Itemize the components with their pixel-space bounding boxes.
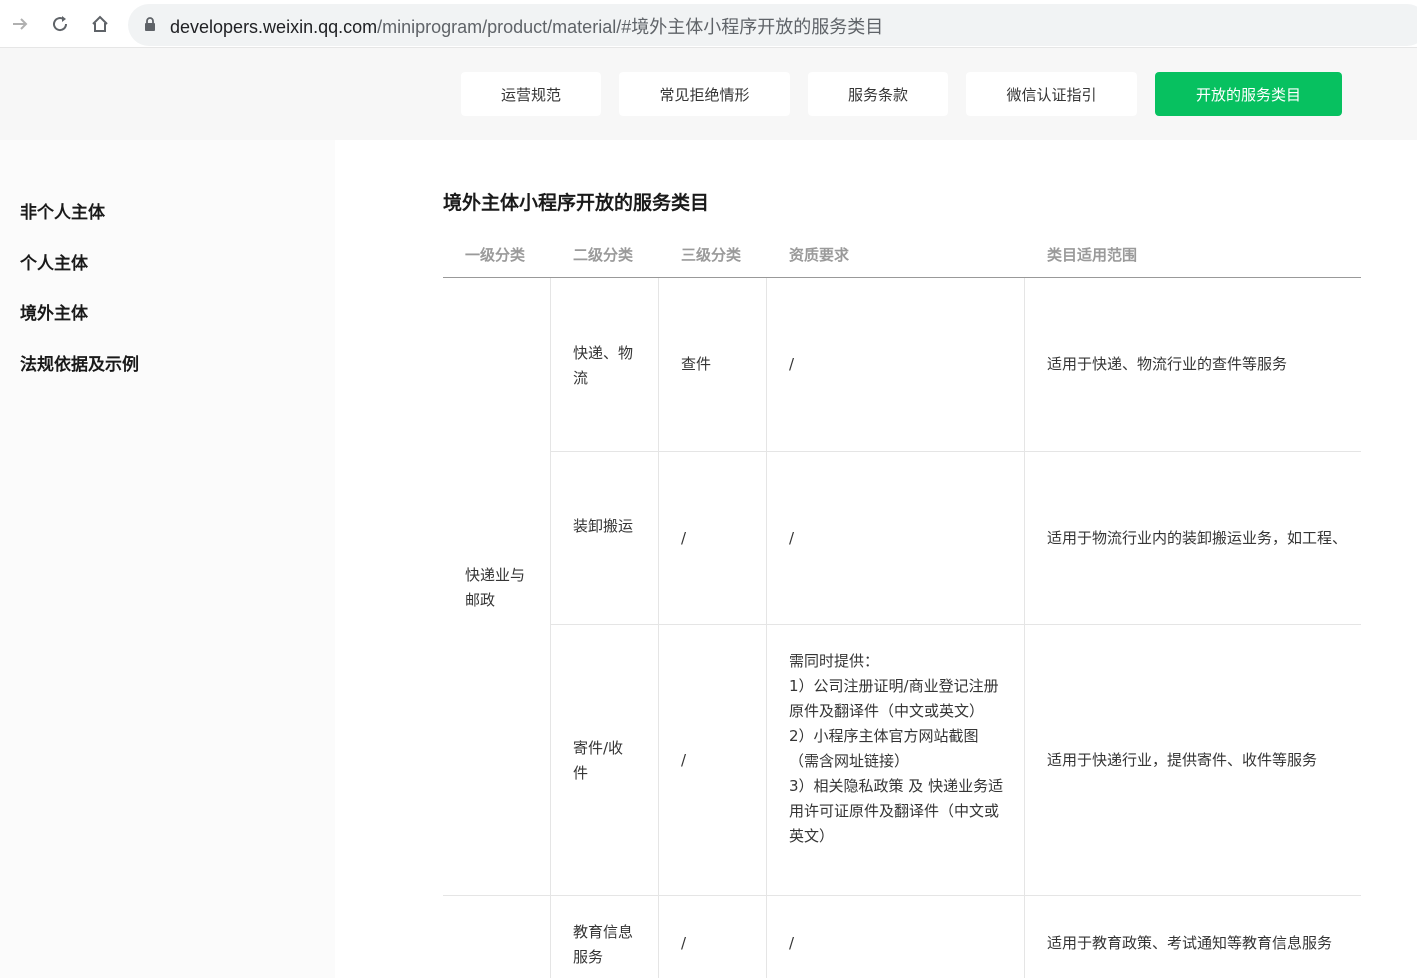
url-path: /miniprogram/product/material/#境外主体小程序开放… xyxy=(377,17,884,37)
tab-common-rejections[interactable]: 常见拒绝情形 xyxy=(619,72,790,116)
forward-arrow-icon[interactable] xyxy=(8,12,32,36)
column-header-level2: 二级分类 xyxy=(573,246,634,264)
table-divider xyxy=(551,451,1361,452)
sidebar-item-regulations[interactable]: 法规依据及示例 xyxy=(20,350,139,375)
sidebar: 非个人主体 个人主体 境外主体 法规依据及示例 xyxy=(0,140,335,978)
table-cell-level2: 装卸搬运 xyxy=(573,517,634,535)
url-host: developers.weixin.qq.com xyxy=(170,17,378,37)
column-header-scope: 类目适用范围 xyxy=(1047,246,1138,264)
table-cell-level2: 教育信息服务 xyxy=(573,923,634,966)
table-cell-level2: 快递、物流 xyxy=(573,344,634,387)
sidebar-item-overseas[interactable]: 境外主体 xyxy=(20,299,88,324)
sidebar-item-individual[interactable]: 个人主体 xyxy=(20,249,88,274)
tab-wechat-verification[interactable]: 微信认证指引 xyxy=(966,72,1137,116)
table-divider xyxy=(551,624,1361,625)
home-icon[interactable] xyxy=(88,12,112,36)
page-title: 境外主体小程序开放的服务类目 xyxy=(443,192,710,214)
browser-toolbar: developers.weixin.qq.com/miniprogram/pro… xyxy=(0,0,1417,48)
table-cell-level3: / xyxy=(681,529,687,547)
table-cell-requirement: / xyxy=(789,934,795,952)
tab-terms-of-service[interactable]: 服务条款 xyxy=(808,72,948,116)
top-tab-strip: 运营规范 常见拒绝情形 服务条款 微信认证指引 开放的服务类目 xyxy=(0,48,1417,140)
table-cell-level1: 快递业与邮政 xyxy=(465,566,526,609)
table-cell-scope: 适用于快递行业，提供寄件、收件等服务 xyxy=(1047,751,1318,769)
column-header-level1: 一级分类 xyxy=(465,246,526,264)
table-cell-level2: 寄件/收件 xyxy=(573,739,624,782)
table-cell-scope: 适用于教育政策、考试通知等教育信息服务 xyxy=(1047,934,1333,952)
tab-open-service-categories[interactable]: 开放的服务类目 xyxy=(1155,72,1342,116)
header-divider xyxy=(443,277,1361,278)
column-header-level3: 三级分类 xyxy=(681,246,742,264)
table-divider xyxy=(443,895,1361,896)
table-cell-level3: / xyxy=(681,934,687,952)
column-header-requirement: 资质要求 xyxy=(789,246,850,264)
table-cell-requirement: / xyxy=(789,529,795,547)
table-divider xyxy=(1024,278,1025,978)
sidebar-item-non-individual[interactable]: 非个人主体 xyxy=(20,198,105,223)
table-divider xyxy=(658,278,659,978)
table-cell-scope: 适用于物流行业内的装卸搬运业务，如工程、 xyxy=(1047,529,1348,547)
table-divider xyxy=(766,278,767,978)
url-text[interactable]: developers.weixin.qq.com/miniprogram/pro… xyxy=(170,13,883,39)
tab-operation-rules[interactable]: 运营规范 xyxy=(461,72,601,116)
lock-icon xyxy=(145,17,155,31)
table-cell-requirement: 需同时提供： 1）公司注册证明/商业登记注册 原件及翻译件（中文或英文） 2）小… xyxy=(789,652,1004,845)
table-cell-scope: 适用于快递、物流行业的查件等服务 xyxy=(1047,355,1288,373)
reload-icon[interactable] xyxy=(48,12,72,36)
table-cell-requirement: / xyxy=(789,355,795,373)
table-cell-level3: 查件 xyxy=(681,355,712,373)
table-divider xyxy=(550,278,551,978)
table-cell-level3: / xyxy=(681,751,687,769)
